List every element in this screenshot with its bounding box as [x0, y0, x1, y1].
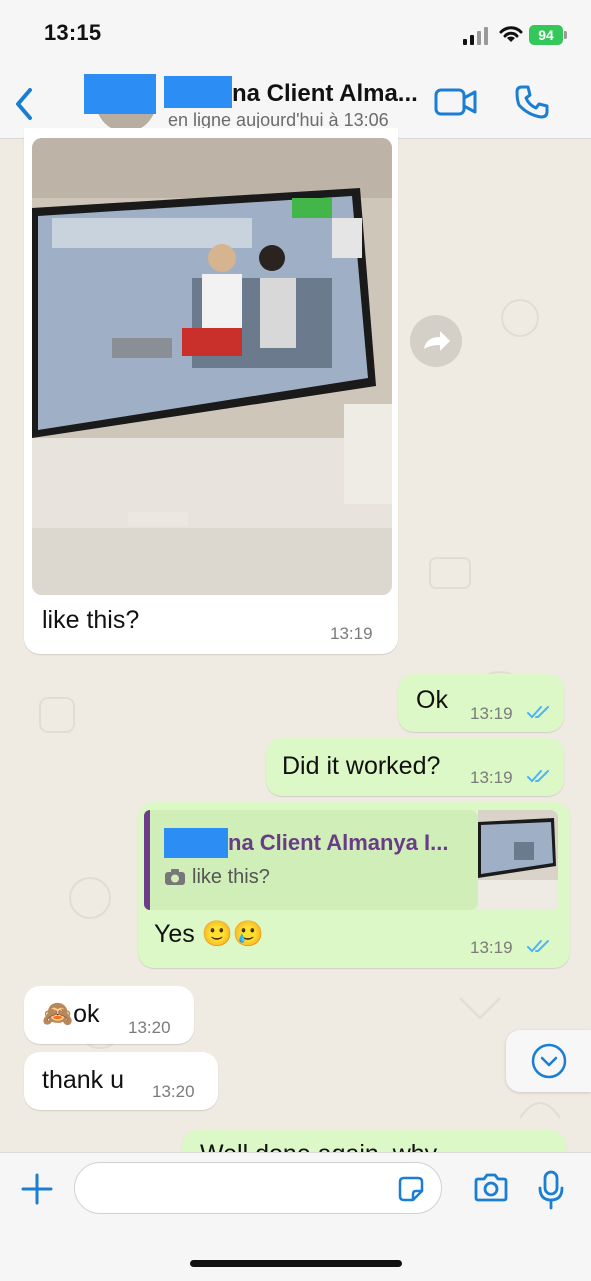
message-time: 13:19 [470, 938, 513, 957]
share-arrow-icon [424, 331, 450, 351]
message-text: Yes 🙂🥲 [154, 920, 264, 948]
photo-attachment[interactable] [32, 138, 392, 595]
message-time: 13:20 [152, 1082, 195, 1101]
message-text: 🙈ok [42, 1000, 100, 1028]
camera-icon[interactable] [472, 1172, 510, 1204]
redaction-block [164, 828, 228, 858]
message-time: 13:19 [470, 768, 513, 787]
redaction-block [84, 74, 156, 114]
forward-button[interactable] [410, 315, 462, 367]
quoted-image-thumbnail [478, 810, 558, 910]
chevron-down-icon [531, 1043, 567, 1079]
cellular-signal-icon [463, 27, 489, 45]
read-receipt-icon [527, 770, 549, 783]
read-receipt-icon [527, 706, 549, 719]
image-caption: like this? [42, 606, 140, 634]
status-time: 13:15 [44, 20, 102, 45]
wifi-icon [499, 26, 523, 42]
message-time: 13:19 [330, 624, 373, 643]
chevron-left-icon[interactable] [12, 86, 36, 122]
camera-icon [165, 869, 185, 885]
sticker-icon[interactable] [396, 1174, 426, 1204]
microphone-icon[interactable] [536, 1170, 566, 1210]
contact-name[interactable]: na Client Alma... [232, 80, 418, 108]
message-time: 13:20 [128, 1018, 171, 1037]
quoted-sender-name: na Client Almanya I... [228, 830, 449, 855]
message-time: 13:19 [470, 704, 513, 723]
quoted-text: like this? [192, 866, 270, 888]
phone-icon[interactable] [514, 84, 550, 120]
video-camera-icon[interactable] [434, 86, 478, 118]
home-indicator [190, 1260, 402, 1267]
quoted-message[interactable] [144, 810, 478, 910]
scroll-to-bottom-button[interactable] [506, 1030, 591, 1092]
read-receipt-icon [527, 940, 549, 953]
battery-indicator: 94 [529, 25, 563, 45]
message-text: thank u [42, 1066, 125, 1094]
message-text: Ok [416, 686, 448, 714]
quote-accent-bar [144, 810, 150, 910]
message-text: Did it worked? [282, 752, 441, 780]
redaction-block [164, 76, 232, 108]
message-input[interactable] [74, 1162, 442, 1214]
battery-tip [564, 31, 567, 39]
plus-icon[interactable] [20, 1172, 54, 1206]
